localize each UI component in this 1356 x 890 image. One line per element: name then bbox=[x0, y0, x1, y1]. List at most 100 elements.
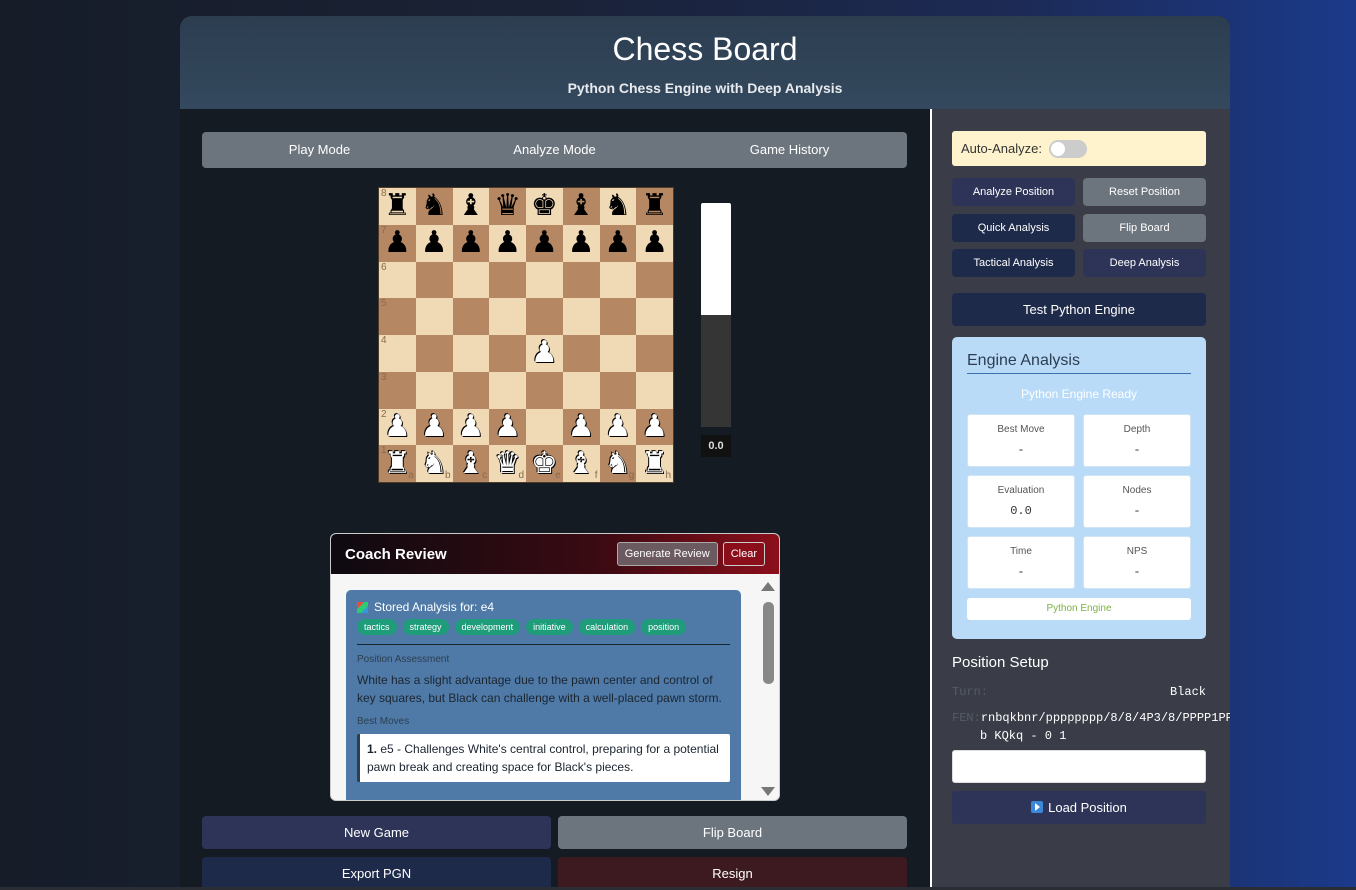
board-square-g5[interactable] bbox=[599, 298, 637, 335]
board-square-c8[interactable]: ♝ bbox=[452, 188, 490, 225]
analyze-position-button[interactable]: Analyze Position bbox=[952, 178, 1075, 206]
resign-button[interactable]: Resign bbox=[558, 857, 907, 890]
board-square-b8[interactable]: ♞ bbox=[415, 188, 453, 225]
chess-piece-icon[interactable]: ♝ bbox=[568, 448, 595, 479]
chess-piece-icon[interactable]: ♟ bbox=[494, 411, 521, 442]
chess-piece-icon[interactable]: ♝ bbox=[457, 448, 484, 479]
board-square-g6[interactable] bbox=[599, 261, 637, 299]
board-square-h5[interactable] bbox=[636, 298, 673, 335]
load-position-button[interactable]: Load Position bbox=[952, 791, 1206, 824]
scroll-up-icon[interactable] bbox=[761, 582, 775, 591]
chess-piece-icon[interactable]: ♟ bbox=[568, 411, 595, 442]
sidebar-flip-board-button[interactable]: Flip Board bbox=[1083, 214, 1206, 242]
scroll-down-icon[interactable] bbox=[761, 787, 775, 796]
board-square-e4[interactable]: ♟ bbox=[526, 335, 563, 372]
auto-analyze-toggle[interactable] bbox=[1048, 139, 1087, 158]
board-square-e3[interactable] bbox=[526, 371, 563, 409]
board-square-b1[interactable]: b ♞ bbox=[415, 445, 453, 482]
board-square-f1[interactable]: f ♝ bbox=[562, 445, 600, 482]
chess-piece-icon[interactable]: ♛ bbox=[494, 448, 521, 479]
board-square-h1[interactable]: h ♜ bbox=[636, 445, 673, 482]
reset-position-button[interactable]: Reset Position bbox=[1083, 178, 1206, 206]
quick-analysis-button[interactable]: Quick Analysis bbox=[952, 214, 1075, 242]
generate-review-button[interactable]: Generate Review bbox=[616, 542, 718, 566]
board-square-d1[interactable]: d ♛ bbox=[489, 445, 526, 482]
board-square-e7[interactable]: ♟ bbox=[526, 224, 563, 262]
chess-piece-icon[interactable]: ♟ bbox=[604, 411, 631, 442]
board-square-d2[interactable]: ♟ bbox=[489, 408, 526, 446]
board-square-b5[interactable] bbox=[415, 298, 453, 335]
chess-piece-icon[interactable]: ♟ bbox=[531, 338, 558, 368]
chess-piece-icon[interactable]: ♟ bbox=[457, 411, 484, 442]
board-square-e6[interactable] bbox=[526, 261, 563, 299]
board-square-h8[interactable]: ♜ bbox=[636, 188, 673, 225]
chess-piece-icon[interactable]: ♜ bbox=[384, 191, 411, 221]
flip-board-button[interactable]: Flip Board bbox=[558, 816, 907, 849]
board-square-b4[interactable] bbox=[415, 335, 453, 372]
board-square-f7[interactable]: ♟ bbox=[562, 224, 600, 262]
board-square-b7[interactable]: ♟ bbox=[415, 224, 453, 262]
board-square-c6[interactable] bbox=[452, 261, 490, 299]
board-square-c2[interactable]: ♟ bbox=[452, 408, 490, 446]
board-square-e2[interactable] bbox=[526, 408, 563, 446]
board-square-g7[interactable]: ♟ bbox=[599, 224, 637, 262]
board-square-h2[interactable]: ♟ bbox=[636, 408, 673, 446]
board-square-a2[interactable]: 2 ♟ bbox=[379, 408, 416, 446]
chess-piece-icon[interactable]: ♜ bbox=[641, 448, 668, 479]
board-square-a6[interactable]: 6 bbox=[379, 261, 416, 299]
scroll-thumb[interactable] bbox=[763, 602, 774, 684]
board-square-d7[interactable]: ♟ bbox=[489, 224, 526, 262]
board-square-c4[interactable] bbox=[452, 335, 490, 372]
board-square-b3[interactable] bbox=[415, 371, 453, 409]
board-square-g3[interactable] bbox=[599, 371, 637, 409]
chess-piece-icon[interactable]: ♞ bbox=[421, 448, 448, 479]
tab-game-history[interactable]: Game History bbox=[672, 132, 907, 168]
chess-piece-icon[interactable]: ♜ bbox=[384, 448, 411, 479]
chess-piece-icon[interactable]: ♞ bbox=[604, 191, 631, 221]
board-square-c1[interactable]: c ♝ bbox=[452, 445, 490, 482]
tab-play-mode[interactable]: Play Mode bbox=[202, 132, 437, 168]
board-square-a4[interactable]: 4 bbox=[379, 335, 416, 372]
new-game-button[interactable]: New Game bbox=[202, 816, 551, 849]
chess-piece-icon[interactable]: ♝ bbox=[457, 191, 484, 221]
board-square-f6[interactable] bbox=[562, 261, 600, 299]
board-square-f4[interactable] bbox=[562, 335, 600, 372]
board-square-h6[interactable] bbox=[636, 261, 673, 299]
board-square-d3[interactable] bbox=[489, 371, 526, 409]
export-pgn-button[interactable]: Export PGN bbox=[202, 857, 551, 890]
board-square-f5[interactable] bbox=[562, 298, 600, 335]
board-square-f2[interactable]: ♟ bbox=[562, 408, 600, 446]
board-square-e8[interactable]: ♚ bbox=[526, 188, 563, 225]
board-square-a3[interactable]: 3 bbox=[379, 371, 416, 409]
board-square-a8[interactable]: 8 ♜ bbox=[379, 188, 416, 225]
chess-piece-icon[interactable]: ♟ bbox=[641, 228, 668, 258]
chess-piece-icon[interactable]: ♞ bbox=[604, 448, 631, 479]
board-square-c7[interactable]: ♟ bbox=[452, 224, 490, 262]
chess-piece-icon[interactable]: ♟ bbox=[641, 411, 668, 442]
tactical-analysis-button[interactable]: Tactical Analysis bbox=[952, 249, 1075, 277]
chess-piece-icon[interactable]: ♟ bbox=[457, 228, 484, 258]
chess-board[interactable]: 8 ♜ ♞ ♝ ♛ ♚ ♝ ♞ ♜ 7 ♟ ♟ ♟ ♟ ♟ ♟ ♟ ♟ 6 5 4 ♟ 3 2 ♟ ♟ ♟ ♟ ♟ ♟ ♟ 1 a ♜ b ♞ c ♝ d ♛… bbox=[378, 187, 674, 483]
board-square-g2[interactable]: ♟ bbox=[599, 408, 637, 446]
clear-review-button[interactable]: Clear bbox=[722, 542, 765, 566]
board-square-d8[interactable]: ♛ bbox=[489, 188, 526, 225]
board-square-g8[interactable]: ♞ bbox=[599, 188, 637, 225]
board-square-c5[interactable] bbox=[452, 298, 490, 335]
chess-piece-icon[interactable]: ♝ bbox=[568, 191, 595, 221]
board-square-f3[interactable] bbox=[562, 371, 600, 409]
board-square-d6[interactable] bbox=[489, 261, 526, 299]
chess-piece-icon[interactable]: ♟ bbox=[384, 411, 411, 442]
chess-piece-icon[interactable]: ♞ bbox=[421, 191, 448, 221]
chess-piece-icon[interactable]: ♛ bbox=[494, 191, 521, 221]
board-square-e5[interactable] bbox=[526, 298, 563, 335]
board-square-b6[interactable] bbox=[415, 261, 453, 299]
chess-piece-icon[interactable]: ♟ bbox=[421, 228, 448, 258]
board-square-a5[interactable]: 5 bbox=[379, 298, 416, 335]
board-square-d4[interactable] bbox=[489, 335, 526, 372]
board-square-e1[interactable]: e ♚ bbox=[526, 445, 563, 482]
chess-piece-icon[interactable]: ♚ bbox=[531, 448, 558, 479]
chess-piece-icon[interactable]: ♟ bbox=[421, 411, 448, 442]
tab-analyze-mode[interactable]: Analyze Mode bbox=[437, 132, 672, 168]
chess-piece-icon[interactable]: ♚ bbox=[531, 191, 558, 221]
board-square-c3[interactable] bbox=[452, 371, 490, 409]
